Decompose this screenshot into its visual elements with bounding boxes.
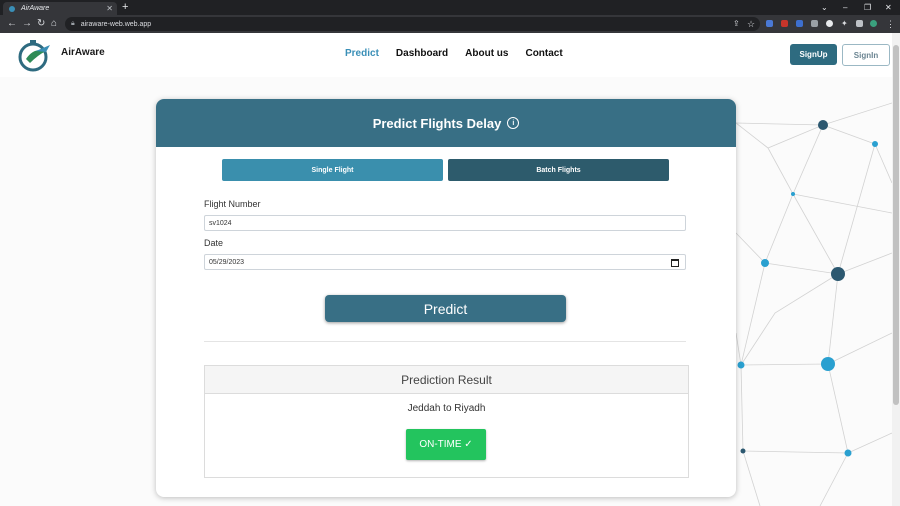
date-value: 05/29/2023 [209,258,245,266]
tab-search-icon[interactable]: ⌄ [821,0,828,15]
browser-tab[interactable]: AirAware ✕ [3,2,117,15]
scrollbar-thumb[interactable] [893,45,899,405]
profile-avatar-icon[interactable] [870,20,877,27]
tab-batch-flights[interactable]: Batch Flights [448,159,669,181]
browser-tab-bar: AirAware ✕ + ⌄ – ❐ ✕ [0,0,900,15]
main-nav: Predict Dashboard About us Contact [345,48,563,59]
logo-text: AirAware [61,47,105,58]
lock-icon: 🔒︎ [71,20,75,27]
reload-icon[interactable]: ↻ [37,17,45,31]
signin-button[interactable]: SignIn [842,44,890,66]
signup-button[interactable]: SignUp [790,44,837,65]
nav-dashboard[interactable]: Dashboard [396,48,448,59]
card-header: Predict Flights Delay i [156,99,736,147]
predict-button[interactable]: Predict [325,295,566,322]
maximize-button[interactable]: ❐ [864,0,871,15]
share-icon[interactable]: ⇪ [733,17,740,31]
predict-card: Predict Flights Delay i Single Flight Ba… [156,99,736,497]
kebab-menu-icon[interactable]: ⋮ [886,17,895,31]
on-time-status-badge: ON-TIME ✓ [406,429,486,460]
close-window-button[interactable]: ✕ [885,0,892,15]
clock-plane-logo-icon [18,40,50,72]
tab-single-flight[interactable]: Single Flight [222,159,443,181]
nav-predict[interactable]: Predict [345,48,379,59]
new-tab-button[interactable]: + [122,1,128,13]
browser-toolbar: ← → ↻ ⌂ 🔒︎ airaware-web.web.app ⇪ ☆ ✦ ⋮ [0,15,900,33]
date-label: Date [204,238,224,248]
info-circle-icon[interactable]: i [507,117,520,129]
extension-icon[interactable] [766,20,773,27]
address-bar[interactable]: 🔒︎ airaware-web.web.app [65,17,760,31]
forward-arrow-icon[interactable]: → [22,17,32,31]
tab-favicon-icon [9,5,15,12]
puzzle-extensions-icon[interactable]: ✦ [841,17,848,31]
extension-icon[interactable] [781,20,788,27]
minimize-button[interactable]: – [843,0,847,15]
web-page: AirAware Predict Dashboard About us Cont… [0,33,892,506]
nav-about-us[interactable]: About us [465,48,508,59]
tab-title: AirAware [21,5,50,12]
calendar-icon[interactable] [671,259,679,267]
extension-icon[interactable] [796,20,803,27]
flight-number-input[interactable]: sv1024 [204,215,686,231]
sidebar-icon[interactable] [856,20,863,27]
tab-close-icon[interactable]: ✕ [106,2,113,15]
home-icon[interactable]: ⌂ [51,17,57,31]
url-text: airaware-web.web.app [80,20,152,28]
result-heading: Prediction Result [205,366,688,394]
page-scrollbar[interactable] [892,33,900,506]
card-title: Predict Flights Delay [372,115,502,131]
flight-number-label: Flight Number [204,199,261,209]
date-input[interactable]: 05/29/2023 [204,254,686,270]
prediction-result-box: Prediction Result Jeddah to Riyadh ON-TI… [204,365,689,478]
logo[interactable] [16,37,52,73]
bookmark-star-icon[interactable]: ☆ [747,17,755,31]
extension-icon[interactable] [811,20,818,27]
flight-number-value: sv1024 [209,219,232,227]
back-arrow-icon[interactable]: ← [7,17,17,31]
site-navbar: AirAware Predict Dashboard About us Cont… [0,33,892,77]
route-text: Jeddah to Riyadh [407,403,486,414]
nav-contact[interactable]: Contact [525,48,562,59]
divider [204,341,686,342]
extension-icon[interactable] [826,20,833,27]
